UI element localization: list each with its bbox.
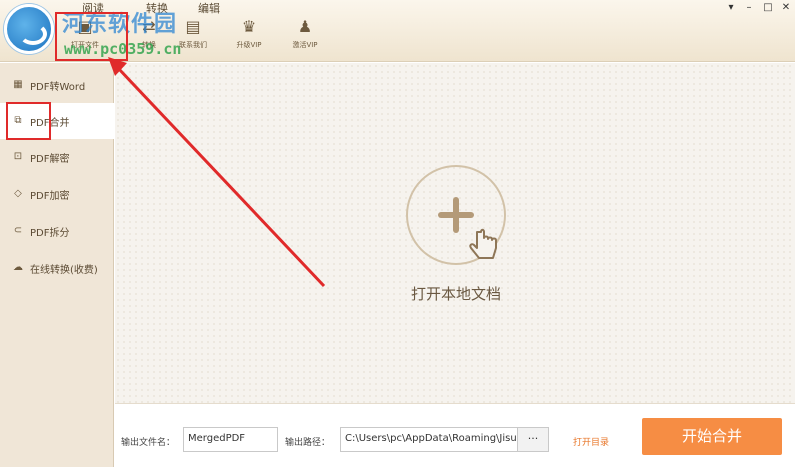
sidebar-item-label: PDF解密 — [30, 153, 70, 165]
shield-icon: ◇ — [14, 188, 22, 199]
upgrade-vip-label: 升级VIP — [236, 41, 262, 49]
upgrade-vip-button[interactable]: ♛ 升级VIP — [218, 18, 280, 56]
sidebar-item-label: 在线转换(收费) — [30, 264, 98, 276]
open-local-document-label[interactable]: 打开本地文档 — [375, 283, 537, 304]
drop-area[interactable]: 打开本地文档 — [115, 63, 795, 403]
close-icon[interactable]: ✕ — [777, 2, 795, 16]
bottom-bar: 输出文件名： MergedPDF 输出路径： C:\Users\pc\AppDa… — [115, 403, 795, 467]
activate-vip-label: 激活VIP — [292, 41, 318, 49]
split-icon: ⊂ — [13, 225, 23, 236]
crown-icon: ♛ — [241, 17, 257, 36]
sidebar-item-label: PDF加密 — [30, 190, 70, 202]
output-name-field[interactable]: MergedPDF — [183, 427, 278, 452]
minimize-icon[interactable]: – — [740, 2, 758, 16]
sidebar-item-online-convert[interactable]: ☁ 在线转换(收费) — [0, 250, 114, 286]
app-logo-icon — [4, 4, 54, 54]
start-merge-button[interactable]: 开始合并 — [642, 418, 782, 455]
menu-edit[interactable]: 编辑 — [198, 0, 220, 16]
output-name-label: 输出文件名： — [121, 438, 176, 448]
user-icon: ♟ — [297, 17, 313, 36]
sidebar-item-label: PDF拆分 — [30, 227, 70, 239]
sidebar-highlight-box — [6, 102, 51, 140]
skin-dropdown-icon[interactable]: ▾ — [722, 2, 740, 16]
hand-cursor-icon — [469, 228, 497, 259]
toolbar-highlight-box — [55, 12, 128, 61]
open-directory-link[interactable]: 打开目录 — [573, 435, 609, 448]
output-path-label: 输出路径： — [285, 438, 331, 448]
sidebar-item-label: PDF转Word — [30, 81, 86, 93]
plus-icon-v — [453, 197, 459, 233]
cloud-icon: ☁ — [13, 262, 23, 273]
output-path-field[interactable]: C:\Users\pc\AppData\Roaming\Jisu — [340, 427, 518, 452]
unlock-icon: ⊡ — [13, 151, 23, 162]
sidebar-item-pdf-decrypt[interactable]: ⊡ PDF解密 — [0, 139, 114, 175]
word-doc-icon: ▦ — [13, 79, 23, 90]
sidebar-item-pdf-to-word[interactable]: ▦ PDF转Word — [0, 67, 114, 103]
maximize-icon[interactable]: □ — [759, 2, 777, 16]
activate-vip-button[interactable]: ♟ 激活VIP — [274, 18, 336, 56]
sidebar-item-pdf-encrypt[interactable]: ◇ PDF加密 — [0, 176, 114, 212]
browse-button[interactable]: ··· — [517, 427, 549, 452]
chat-icon: ▤ — [185, 17, 201, 36]
sidebar-item-pdf-split[interactable]: ⊂ PDF拆分 — [0, 213, 114, 249]
